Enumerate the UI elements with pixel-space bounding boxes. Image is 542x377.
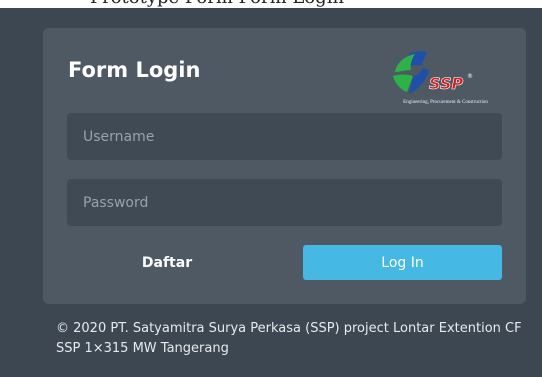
ssp-logo-mark: SSP ® [393,51,473,94]
page-top-text: Prototype Form Form Login [90,0,344,8]
username-input[interactable] [67,113,502,160]
register-link[interactable]: Daftar [67,245,267,281]
login-button[interactable]: Log In [303,245,502,280]
ssp-logo: SSP ® Engineering, Procurement & Constru… [383,48,508,108]
form-title: Form Login [68,58,201,82]
password-input[interactable] [67,179,502,226]
footer-text: © 2020 PT. Satyamitra Surya Perkasa (SSP… [56,321,522,356]
login-card: Form Login SSP ® Engineering, Procuremen… [43,28,526,304]
logo-brand: SSP [429,74,463,93]
logo-registered-mark: ® [467,73,473,80]
logo-tagline: Engineering, Procurement & Construction [403,100,488,105]
page-top-strip: Prototype Form Form Login [0,0,542,8]
